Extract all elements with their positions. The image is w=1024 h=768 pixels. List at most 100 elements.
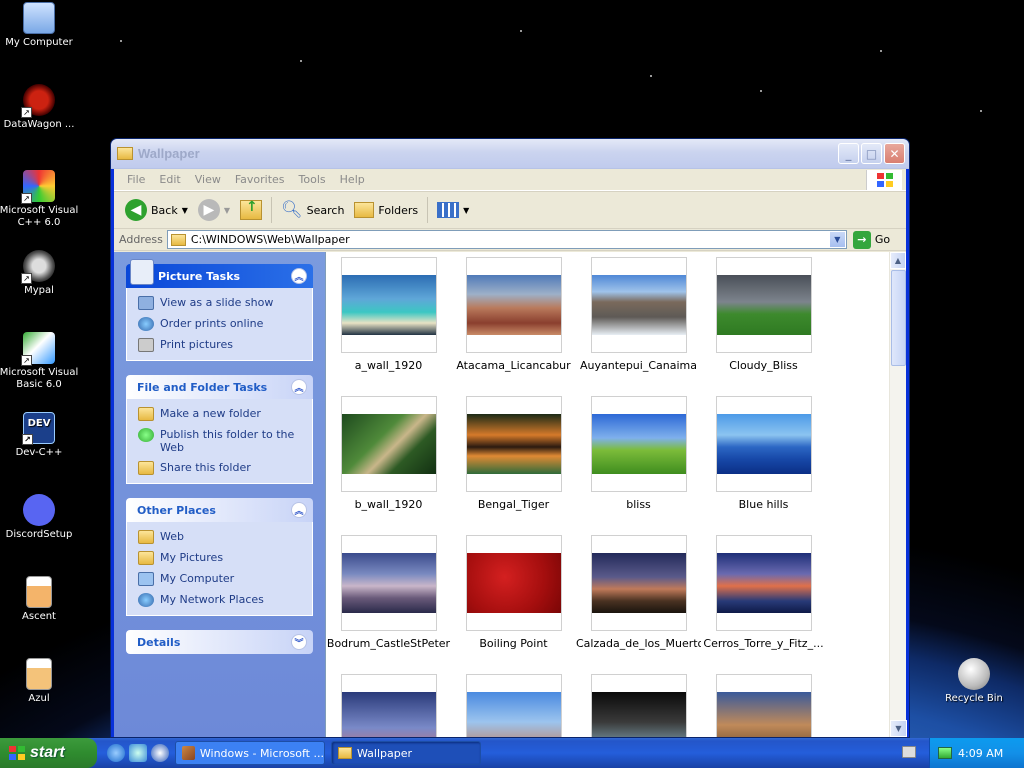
file-thumbnail[interactable]: Auyantepui_Canaima	[576, 257, 701, 372]
details-header[interactable]: Details ︾	[126, 630, 313, 654]
other-places-header[interactable]: Other Places ︽	[126, 498, 313, 522]
desktop-icon-dev-cpp[interactable]: DEV ↗ Dev-C++	[0, 412, 79, 459]
slideshow-icon	[138, 296, 154, 310]
file-thumbnail[interactable]	[326, 674, 451, 737]
toolbar: ◀ Back ▼ ▶ ▼ ↑ 🔍︎ Search Folders ▼	[114, 191, 906, 229]
collapse-chevron-icon[interactable]: ︽	[291, 379, 307, 395]
file-thumbnail[interactable]	[451, 674, 576, 737]
task-order-prints[interactable]: Order prints online	[138, 317, 302, 331]
folders-button[interactable]: Folders	[349, 199, 423, 221]
place-my-network-places[interactable]: My Network Places	[138, 593, 302, 607]
details-panel: Details ︾	[126, 630, 313, 654]
task-share-folder[interactable]: Share this folder	[138, 461, 302, 475]
close-button[interactable]: ✕	[884, 143, 905, 164]
file-thumbnail[interactable]: Bodrum_CastleStPeter	[326, 535, 451, 650]
start-button[interactable]: start	[0, 738, 97, 768]
clock[interactable]: 4:09 AM	[958, 747, 1003, 760]
menu-edit[interactable]: Edit	[152, 173, 187, 186]
file-thumbnail[interactable]: Boiling Point	[451, 535, 576, 650]
printer-icon	[138, 338, 154, 352]
desktop-icon-label: DataWagon ...	[3, 119, 75, 130]
back-button[interactable]: ◀ Back ▼	[120, 196, 193, 224]
back-arrow-icon: ◀	[125, 199, 147, 221]
go-button[interactable]: → Go	[852, 230, 891, 249]
collapse-chevron-icon[interactable]: ︽	[291, 502, 307, 518]
menu-favorites[interactable]: Favorites	[228, 173, 292, 186]
minimize-button[interactable]: _	[838, 143, 859, 164]
task-view-slide-show[interactable]: View as a slide show	[138, 296, 302, 310]
maximize-button[interactable]: □	[861, 143, 882, 164]
chevron-down-icon[interactable]: ▼	[182, 206, 188, 215]
taskbar-task-wallpaper[interactable]: Wallpaper	[331, 741, 481, 765]
desktop-icon-label: Azul	[28, 693, 50, 704]
file-folder-tasks-header[interactable]: File and Folder Tasks ︽	[126, 375, 313, 399]
scroll-thumb[interactable]	[891, 270, 906, 366]
task-publish-to-web[interactable]: Publish this folder to the Web	[138, 428, 302, 454]
task-make-new-folder[interactable]: Make a new folder	[138, 407, 302, 421]
place-my-computer[interactable]: My Computer	[138, 572, 302, 586]
my-computer-icon	[138, 572, 154, 586]
file-thumbnail[interactable]: Cerros_Torre_y_Fitz_...	[701, 535, 826, 650]
scroll-up-button[interactable]: ▲	[890, 252, 906, 269]
file-thumbnail[interactable]: a_wall_1920	[326, 257, 451, 372]
desktop-icon-mypal[interactable]: ↗ Mypal	[0, 250, 79, 297]
media-player-icon[interactable]	[151, 744, 169, 762]
collapse-chevron-icon[interactable]: ︽	[291, 268, 307, 284]
chevron-down-icon[interactable]: ▼	[828, 231, 846, 248]
title-bar[interactable]: Wallpaper _ □ ✕	[111, 139, 909, 169]
internet-explorer-icon[interactable]	[107, 744, 125, 762]
my-computer-icon	[23, 2, 55, 34]
thumbnail-image	[341, 692, 436, 737]
file-thumbnail[interactable]: b_wall_1920	[326, 396, 451, 511]
vertical-scrollbar[interactable]: ▲ ▼	[889, 252, 907, 737]
window-title: Wallpaper	[138, 146, 200, 161]
forward-button[interactable]: ▶ ▼	[193, 196, 235, 224]
thumbnail-grid: a_wall_1920 Atacama_Licancabur Auyantepu…	[326, 252, 889, 737]
file-thumbnail[interactable]: Blue hills	[701, 396, 826, 511]
file-thumbnail[interactable]: bliss	[576, 396, 701, 511]
desktop-icon-visual-basic[interactable]: ↗ Microsoft Visual Basic 6.0	[0, 332, 79, 391]
panel-title: Details	[137, 635, 181, 649]
network-icon[interactable]	[938, 747, 952, 759]
menu-tools[interactable]: Tools	[292, 173, 333, 186]
picture-tasks-icon	[130, 259, 154, 285]
expand-chevron-icon[interactable]: ︾	[291, 634, 307, 650]
picture-tasks-header[interactable]: Picture Tasks ︽	[126, 259, 313, 288]
place-my-pictures[interactable]: My Pictures	[138, 551, 302, 565]
taskbar: start Windows - Microsoft ... Wallpaper …	[0, 738, 1024, 768]
desktop-icon-azul[interactable]: Azul	[0, 658, 79, 705]
desktop-icon-datawagon[interactable]: ↗ DataWagon ...	[0, 84, 79, 131]
taskbar-task-windows[interactable]: Windows - Microsoft ...	[175, 741, 325, 765]
file-thumbnail[interactable]	[576, 674, 701, 737]
desktop-icon-my-computer[interactable]: My Computer	[0, 2, 79, 49]
desktop-icon-discord[interactable]: DiscordSetup	[0, 494, 79, 541]
desktop-icon-visual-cpp[interactable]: ↗ Microsoft Visual C++ 6.0	[0, 170, 79, 229]
menu-view[interactable]: View	[188, 173, 228, 186]
scroll-down-button[interactable]: ▼	[890, 720, 907, 737]
menu-file[interactable]: File	[120, 173, 152, 186]
desktop-icon-ascent[interactable]: Ascent	[0, 576, 79, 623]
visual-basic-icon: ↗	[21, 332, 55, 366]
menu-help[interactable]: Help	[333, 173, 372, 186]
address-input[interactable]: C:\WINDOWS\Web\Wallpaper ▼	[166, 230, 847, 249]
file-thumbnail[interactable]: Calzada_de_los_Muertos	[576, 535, 701, 650]
task-print-pictures[interactable]: Print pictures	[138, 338, 302, 352]
file-thumbnail[interactable]: Bengal_Tiger	[451, 396, 576, 511]
file-thumbnail[interactable]	[701, 674, 826, 737]
outlook-express-icon[interactable]	[129, 744, 147, 762]
place-label: My Computer	[160, 572, 235, 585]
search-button[interactable]: 🔍︎ Search	[276, 197, 349, 223]
views-button[interactable]: ▼	[432, 199, 474, 221]
up-folder-button[interactable]: ↑	[235, 197, 267, 223]
datawagon-icon: ↗	[21, 84, 55, 118]
chevron-down-icon[interactable]: ▼	[224, 206, 230, 215]
file-thumbnail[interactable]: Atacama_Licancabur	[451, 257, 576, 372]
chevron-down-icon[interactable]: ▼	[463, 206, 469, 215]
file-thumbnail[interactable]: Cloudy_Bliss	[701, 257, 826, 372]
place-web[interactable]: Web	[138, 530, 302, 544]
go-label: Go	[874, 233, 891, 246]
panel-title: Picture Tasks	[158, 269, 241, 283]
file-name: bliss	[626, 498, 651, 511]
keyboard-icon[interactable]	[902, 746, 916, 758]
desktop-icon-recycle-bin[interactable]: Recycle Bin	[934, 658, 1014, 705]
